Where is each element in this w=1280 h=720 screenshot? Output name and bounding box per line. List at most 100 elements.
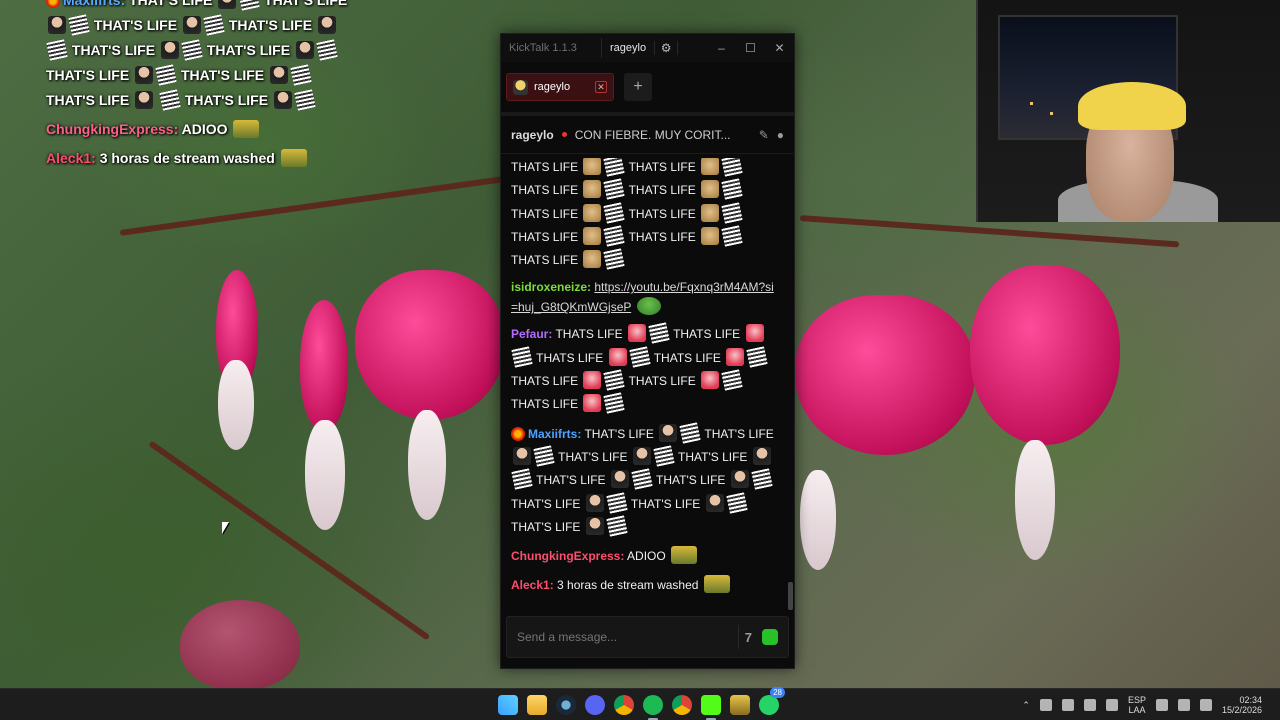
chat-messages: THATS LIFE THATS LIFE THATS LIFE THATS L…: [501, 158, 786, 646]
message-text: THAT'S LIFE: [536, 473, 606, 488]
user-icon[interactable]: ●: [777, 128, 784, 142]
message-text: THATS LIFE: [653, 350, 721, 365]
wallpaper-flower: [216, 270, 258, 390]
close-button[interactable]: ✕: [765, 41, 794, 55]
chat-username[interactable]: Maxiifrts:: [528, 427, 581, 441]
emote-sheet-icon: [721, 201, 743, 224]
overlay-message-text: THAT'S LIFE: [260, 0, 348, 8]
emote-man-icon: [295, 41, 314, 59]
divider: [737, 625, 739, 649]
taskbar-apps: 28: [498, 687, 785, 720]
emote-sheet-icon: [294, 89, 316, 111]
avatar: [513, 79, 528, 95]
message-text: THATS LIFE: [511, 253, 579, 268]
emote-pepe-icon: [636, 297, 661, 316]
security-icon[interactable]: [1061, 699, 1074, 711]
emote-man-icon: [135, 66, 154, 84]
chat-scrollbar[interactable]: [788, 582, 793, 610]
language-code: ESP: [1127, 695, 1146, 705]
tabs-bar: rageylo ✕ +: [501, 62, 794, 116]
stream-chat-overlay: Maxiifrts: THAT'S LIFE THAT'S LIFE THAT'…: [46, 0, 356, 171]
channel-name[interactable]: rageylo: [511, 128, 554, 142]
message-text: THATS LIFE: [628, 229, 696, 244]
emote-sheet-icon: [721, 369, 743, 391]
game-app-icon[interactable]: [730, 695, 750, 715]
emote-sheet-icon: [159, 89, 181, 111]
steam-icon[interactable]: [556, 695, 576, 715]
7tv-emote-button[interactable]: 7: [745, 630, 752, 645]
emote-glasses-icon: [280, 149, 307, 167]
message-text: THATS LIFE: [511, 397, 579, 412]
microphone-icon[interactable]: [1105, 699, 1118, 711]
start-button-icon[interactable]: [498, 695, 518, 715]
emote-face-icon: [608, 347, 627, 366]
tab-rageylo[interactable]: rageylo ✕: [506, 73, 614, 101]
minimize-button[interactable]: –: [707, 41, 736, 55]
emote-face-icon: [701, 371, 720, 390]
maximize-button[interactable]: ☐: [736, 41, 765, 55]
wallpaper-flower: [300, 300, 348, 430]
language-indicator[interactable]: ESP LAA: [1128, 695, 1146, 715]
app-title: KickTalk 1.1.3: [509, 42, 577, 54]
spotify-icon[interactable]: [643, 695, 663, 720]
emote-dog-icon: [583, 226, 602, 245]
city-light: [1030, 102, 1033, 105]
list-item: THATS LIFE THATS LIFE THATS LIFE THATS L…: [511, 158, 776, 272]
emote-dog-icon: [583, 250, 602, 269]
volume-icon[interactable]: [1177, 699, 1190, 711]
emote-sheet-icon: [631, 468, 653, 490]
kick-emote-icon[interactable]: [762, 629, 778, 645]
chat-username[interactable]: isidroxeneize:: [511, 280, 591, 294]
chat-username[interactable]: ChungkingExpress:: [511, 549, 624, 563]
message-text: 3 horas de stream washed: [557, 578, 699, 593]
message-text: THAT'S LIFE: [511, 519, 581, 534]
emote-man-icon: [48, 16, 66, 34]
emote-dog-icon: [701, 180, 720, 199]
emote-sheet-icon: [653, 445, 675, 467]
system-tray: ⌃ ESP LAA 02:34 15/2/2026: [1022, 689, 1262, 720]
chat-username[interactable]: Aleck1:: [511, 578, 554, 592]
broadcaster-badge-icon: [46, 0, 60, 8]
network-icon[interactable]: [1083, 699, 1096, 711]
emote-dog-icon: [583, 158, 602, 175]
kicktalk-icon[interactable]: [701, 695, 721, 720]
notification-badge: 28: [770, 687, 785, 698]
emote-man-icon: [317, 16, 336, 34]
emote-man-icon: [273, 91, 292, 109]
emote-sheet-icon: [603, 178, 626, 200]
emote-sheet-icon: [746, 346, 768, 368]
title-bar[interactable]: KickTalk 1.1.3 rageylo ⚙ – ☐ ✕: [501, 34, 794, 62]
browser-icon[interactable]: [614, 695, 634, 715]
battery-icon[interactable]: [1199, 699, 1212, 711]
overlay-message-text: THAT'S LIFE: [228, 17, 313, 33]
wallpaper-stem: [119, 174, 517, 236]
badge-icon: [511, 426, 525, 441]
pin-icon[interactable]: ✎: [759, 128, 769, 142]
sync-icon[interactable]: [1039, 699, 1052, 711]
add-tab-button[interactable]: +: [624, 73, 652, 101]
wallpaper-flower: [355, 270, 505, 420]
message-input[interactable]: [517, 630, 732, 644]
wallpaper-petal: [1015, 440, 1055, 560]
clock-date: 15/2/2026: [1221, 705, 1262, 715]
titlebar-user-button[interactable]: rageylo: [601, 38, 654, 58]
list-item: isidroxeneize: https://youtu.be/Fqxnq3rM…: [511, 278, 776, 317]
wifi-icon[interactable]: [1155, 699, 1168, 711]
emote-face-icon: [583, 371, 602, 390]
whatsapp-icon[interactable]: 28: [759, 687, 785, 715]
chrome-icon[interactable]: [672, 695, 692, 715]
close-tab-icon[interactable]: ✕: [595, 81, 607, 93]
wallpaper-petal: [408, 410, 446, 520]
mouse-cursor-icon: [222, 522, 229, 534]
discord-icon[interactable]: [585, 695, 605, 715]
clock[interactable]: 02:34 15/2/2026: [1222, 695, 1262, 715]
message-text: THAT'S LIFE: [630, 496, 701, 511]
emote-man-icon: [182, 16, 201, 34]
gear-icon[interactable]: ⚙: [654, 41, 679, 55]
emote-man-icon: [610, 470, 629, 489]
emote-man-icon: [705, 493, 724, 512]
chevron-up-icon[interactable]: ⌃: [1022, 700, 1030, 711]
file-explorer-icon[interactable]: [527, 695, 547, 715]
chat-username[interactable]: Pefaur:: [511, 327, 552, 341]
message-text: THATS LIFE: [511, 206, 579, 221]
